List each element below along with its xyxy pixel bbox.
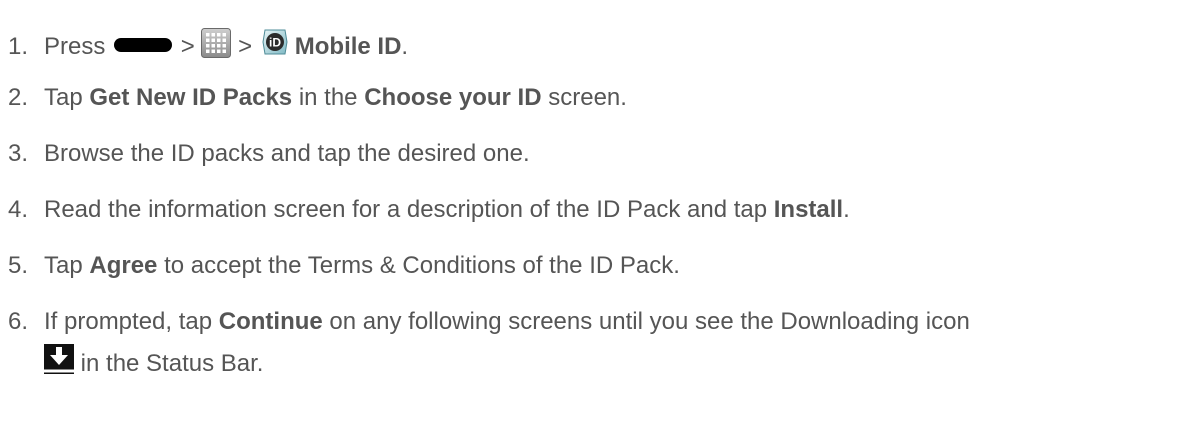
step-text: in the: [298, 84, 358, 111]
step-text: Press: [44, 33, 106, 60]
step-number: 5.: [8, 252, 29, 279]
step-6: 6. If prompted, tap Continue on any follo…: [8, 306, 970, 338]
app-name: Mobile ID: [294, 33, 402, 60]
home-key-icon: [114, 38, 173, 52]
screen-name: Choose your ID: [364, 84, 542, 111]
step-text: Tap: [44, 84, 83, 111]
step-4: 4. Read the information screen for a desc…: [8, 194, 850, 226]
step-text: If prompted, tap: [44, 308, 213, 335]
step-6-continuation: in the Status Bar.: [44, 344, 263, 380]
apps-grid-icon: [201, 28, 232, 58]
mobile-id-icon: iD: [259, 26, 291, 58]
step-3: 3. Browse the ID packs and tap the desire…: [8, 138, 530, 170]
step-text: Tap: [44, 252, 83, 279]
step-text: to accept the Terms & Conditions of the …: [164, 252, 680, 279]
step-number: 4.: [8, 196, 29, 223]
step-text: screen.: [548, 84, 627, 111]
button-name: Install: [773, 196, 844, 223]
step-number: 3.: [8, 140, 29, 167]
button-name: Continue: [218, 308, 323, 335]
step-2: 2. Tap Get New ID Packs in the Choose you…: [8, 82, 627, 114]
step-number: 2.: [8, 84, 29, 111]
download-icon: [44, 344, 74, 374]
punctuation: .: [843, 196, 850, 223]
step-text: in the Status Bar.: [80, 350, 264, 377]
svg-text:iD: iD: [269, 36, 281, 50]
step-1: 1. Press > > iD Mobile ID.: [8, 26, 408, 63]
button-name: Agree: [89, 252, 158, 279]
step-text: on any following screens until you see t…: [329, 308, 970, 335]
step-5: 5. Tap Agree to accept the Terms & Condit…: [8, 250, 680, 282]
separator: >: [238, 33, 253, 60]
step-text: Browse the ID packs and tap the desired …: [44, 140, 530, 167]
punctuation: .: [401, 33, 409, 60]
step-number: 6.: [8, 308, 29, 335]
step-text: Read the information screen for a descri…: [44, 196, 768, 223]
step-number: 1.: [8, 33, 29, 60]
separator: >: [180, 33, 195, 60]
button-name: Get New ID Packs: [89, 84, 293, 111]
